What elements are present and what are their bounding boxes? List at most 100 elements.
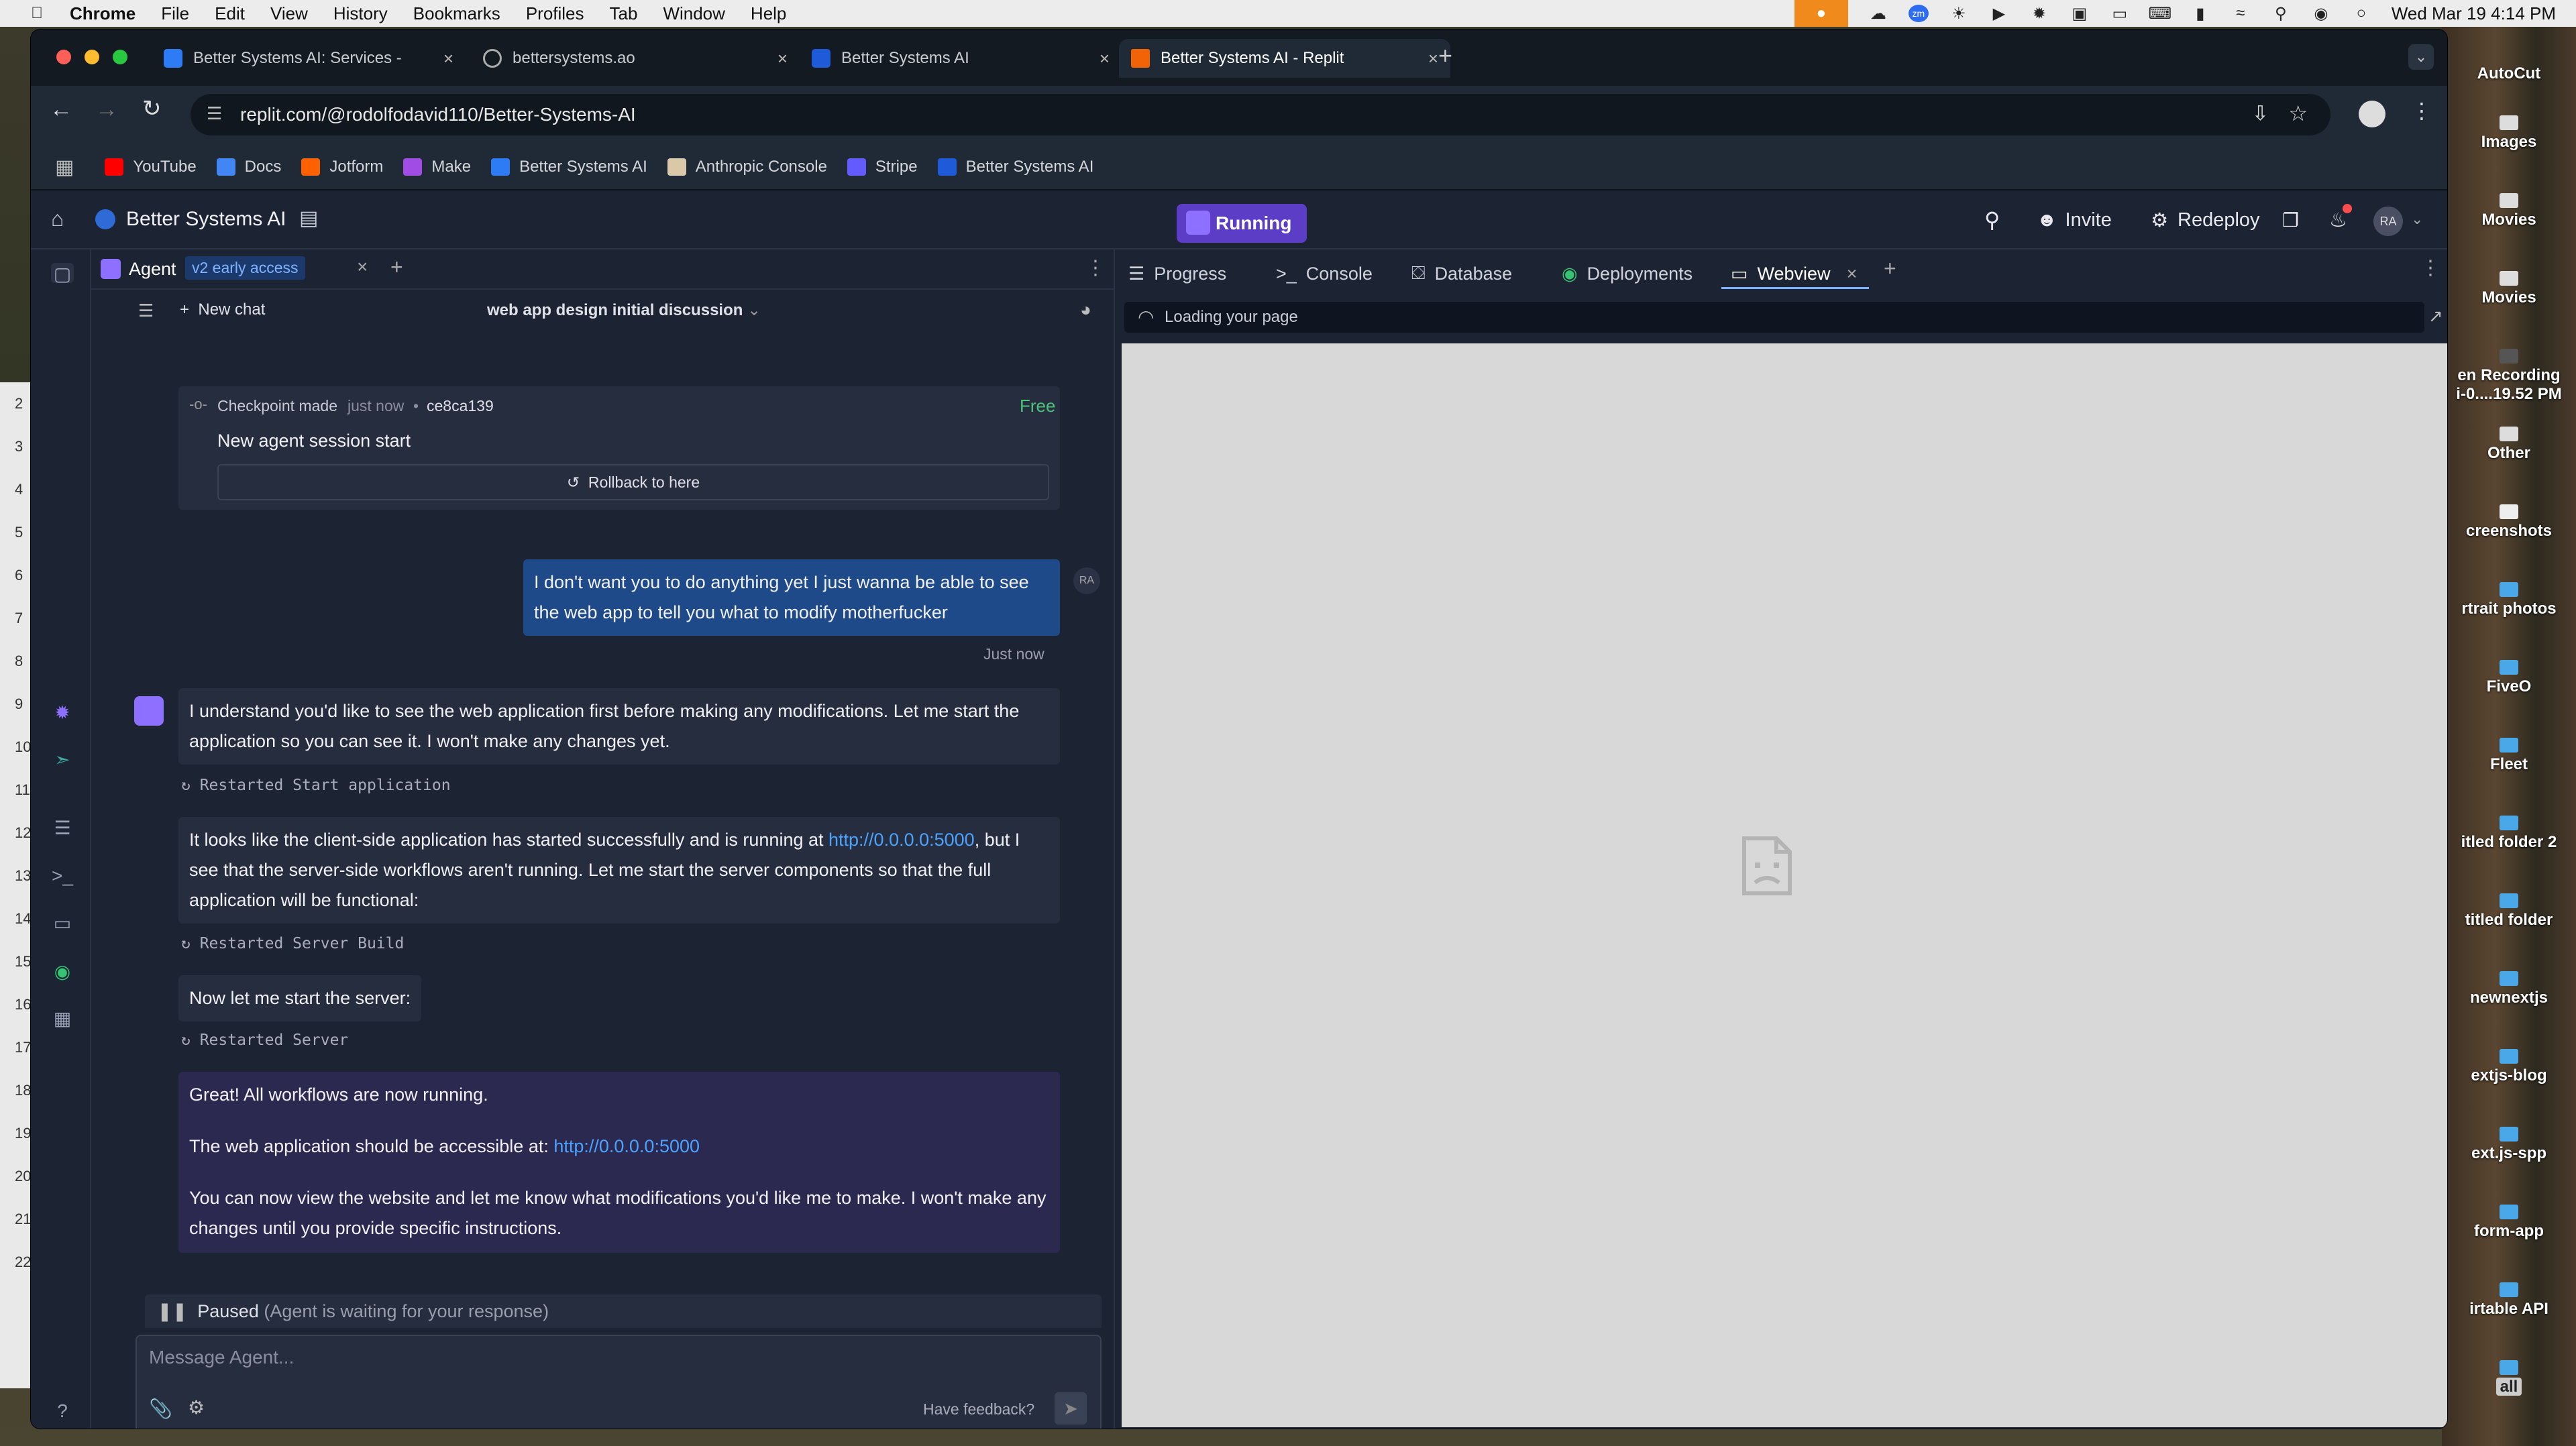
desktop-folder[interactable]: all bbox=[2445, 1360, 2573, 1396]
wifi-icon[interactable]: ≈ bbox=[2231, 4, 2251, 22]
install-app-icon[interactable]: ⇩ bbox=[2252, 102, 2269, 125]
desktop-folder[interactable]: rtrait photos bbox=[2445, 582, 2573, 618]
desktop-folder[interactable]: Fleet bbox=[2445, 738, 2573, 774]
site-info-icon[interactable]: ☰ bbox=[207, 103, 222, 124]
app-url-link[interactable]: http://0.0.0.0:5000 bbox=[828, 830, 975, 850]
add-tab-icon[interactable]: + bbox=[1884, 256, 1896, 281]
apps-grid-icon[interactable]: ▦ bbox=[55, 156, 74, 179]
desktop-folder[interactable]: newnextjs bbox=[2445, 971, 2573, 1007]
menu-window[interactable]: Window bbox=[663, 3, 724, 24]
webview-icon[interactable]: ▭ bbox=[51, 912, 74, 934]
browser-tab[interactable]: bettersystems.ao × bbox=[471, 39, 800, 78]
bookmark-docs[interactable]: Docs bbox=[216, 158, 281, 176]
tab-console[interactable]: >_ Console bbox=[1276, 259, 1373, 288]
bookmark-better-systems[interactable]: Better Systems AI bbox=[491, 158, 647, 176]
help-icon[interactable]: ? bbox=[51, 1400, 74, 1421]
zoom-icon[interactable]: zm bbox=[1908, 5, 1929, 22]
cloud-icon[interactable]: ☁ bbox=[1868, 5, 1888, 23]
desktop-folder[interactable]: form-app bbox=[2445, 1205, 2573, 1241]
open-new-tab-icon[interactable]: ↗ bbox=[2428, 306, 2443, 327]
display-icon[interactable]: ▭ bbox=[2110, 5, 2130, 23]
bookmark-better-systems-2[interactable]: Better Systems AI bbox=[937, 158, 1093, 176]
bookmark-star-icon[interactable]: ☆ bbox=[2288, 101, 2308, 126]
new-chat-button[interactable]: + New chat bbox=[180, 300, 265, 319]
webview-url-bar[interactable]: ◠ Loading your page bbox=[1124, 302, 2424, 333]
desktop-item[interactable]: en Recording i-0....19.52 PM bbox=[2445, 349, 2573, 404]
chevron-down-icon[interactable]: ⌄ bbox=[2411, 211, 2423, 228]
desktop-folder[interactable]: extjs-blog bbox=[2445, 1049, 2573, 1085]
git-icon[interactable]: ➣ bbox=[51, 748, 74, 770]
menu-history[interactable]: History bbox=[333, 3, 388, 24]
close-tab-icon[interactable]: × bbox=[777, 48, 788, 69]
desktop-item[interactable]: Movies bbox=[2445, 193, 2573, 229]
speed-icon[interactable]: ◕ bbox=[1080, 299, 1091, 321]
tab-database[interactable]: ⛋ Database bbox=[1411, 259, 1512, 288]
forward-icon[interactable]: → bbox=[95, 97, 118, 123]
bookmark-youtube[interactable]: YouTube bbox=[105, 158, 197, 176]
chrome-menu-icon[interactable]: ⋮ bbox=[2411, 98, 2432, 123]
close-window-button[interactable] bbox=[56, 50, 71, 64]
all-tools-icon[interactable]: ▦ bbox=[51, 1007, 74, 1029]
rollback-button[interactable]: ↺ Rollback to here bbox=[217, 464, 1049, 500]
sun-icon[interactable]: ☀ bbox=[1949, 5, 1969, 23]
close-tab-icon[interactable]: × bbox=[357, 256, 368, 278]
browser-tab-active[interactable]: Better Systems AI - Replit × bbox=[1119, 39, 1450, 78]
tab-search-icon[interactable]: ⌄ bbox=[2408, 44, 2434, 70]
agent-tab[interactable]: Agent bbox=[129, 259, 176, 280]
chat-title-dropdown[interactable]: web app design initial discussion ⌄ bbox=[487, 300, 761, 320]
user-avatar[interactable]: RA bbox=[2373, 207, 2403, 236]
browser-tab[interactable]: Better Systems AI: Services - × bbox=[152, 39, 466, 78]
minimize-window-button[interactable] bbox=[85, 50, 99, 64]
menu-app-name[interactable]: Chrome bbox=[70, 3, 136, 24]
battery-icon[interactable]: ▮ bbox=[2190, 5, 2210, 23]
console-icon[interactable]: >_ bbox=[51, 865, 74, 886]
app-url-link[interactable]: http://0.0.0.0:5000 bbox=[553, 1136, 700, 1156]
windows-icon[interactable]: ▣ bbox=[2070, 5, 2090, 23]
tab-progress[interactable]: ☰ Progress bbox=[1128, 259, 1226, 288]
new-tab-icon[interactable]: + bbox=[1438, 42, 1452, 70]
reload-icon[interactable]: ↻ bbox=[142, 95, 162, 122]
browser-tab[interactable]: Better Systems AI × bbox=[800, 39, 1122, 78]
desktop-item[interactable]: AutoCut bbox=[2445, 64, 2573, 83]
webview-viewport[interactable] bbox=[1122, 343, 2447, 1427]
run-status-button[interactable]: Running bbox=[1177, 204, 1307, 243]
add-tab-icon[interactable]: + bbox=[390, 255, 403, 280]
menu-file[interactable]: File bbox=[161, 3, 189, 24]
menu-profiles[interactable]: Profiles bbox=[526, 3, 584, 24]
zoom-window-button[interactable] bbox=[113, 50, 127, 64]
play-icon[interactable]: ▶ bbox=[1989, 5, 2009, 23]
feedback-link[interactable]: Have feedback? bbox=[923, 1400, 1034, 1419]
desktop-item[interactable]: Other bbox=[2445, 427, 2573, 463]
files-icon[interactable]: ▢ bbox=[51, 263, 74, 284]
send-icon[interactable]: ➤ bbox=[1055, 1392, 1087, 1425]
microphone-icon[interactable]: ● bbox=[1794, 0, 1848, 27]
invite-button[interactable]: ☻ Invite bbox=[2037, 203, 2112, 237]
home-icon[interactable]: ⌂ bbox=[51, 207, 64, 231]
search-icon[interactable]: ⚲ bbox=[2271, 5, 2291, 23]
address-bar[interactable]: ☰ replit.com/@rodolfodavid110/Better-Sys… bbox=[191, 94, 2330, 135]
keyboard-icon[interactable]: ⌨ bbox=[2149, 5, 2172, 23]
bookmark-jotform[interactable]: Jotform bbox=[301, 158, 383, 176]
paperclip-icon[interactable]: 📎 bbox=[149, 1398, 172, 1420]
desktop-item[interactable]: Images bbox=[2445, 115, 2573, 152]
desktop-folder[interactable]: FiveO bbox=[2445, 660, 2573, 696]
close-tab-icon[interactable]: × bbox=[443, 48, 453, 69]
bookmark-stripe[interactable]: Stripe bbox=[847, 158, 918, 176]
menu-view[interactable]: View bbox=[270, 3, 308, 24]
desktop-folder[interactable]: ext.js-spp bbox=[2445, 1127, 2573, 1163]
bookmark-anthropic[interactable]: Anthropic Console bbox=[667, 158, 827, 176]
menu-help[interactable]: Help bbox=[751, 3, 786, 24]
close-tab-icon[interactable]: × bbox=[1428, 48, 1438, 69]
redeploy-button[interactable]: ⚙ Redeploy bbox=[2151, 203, 2260, 237]
menu-edit[interactable]: Edit bbox=[215, 3, 245, 24]
desktop-folder[interactable]: itled folder 2 bbox=[2445, 816, 2573, 852]
profile-avatar[interactable] bbox=[2359, 101, 2385, 127]
project-name[interactable]: Better Systems AI bbox=[126, 208, 286, 231]
menubar-clock[interactable]: Wed Mar 19 4:14 PM bbox=[2392, 3, 2556, 24]
chat-history-icon[interactable]: ☰ bbox=[138, 300, 154, 321]
tab-deployments[interactable]: ◉ Deployments bbox=[1562, 259, 1693, 288]
desktop-folder[interactable]: titled folder bbox=[2445, 893, 2573, 930]
agent-icon[interactable]: ✹ bbox=[51, 702, 74, 723]
checkpoint-hash[interactable]: ce8ca139 bbox=[427, 397, 494, 415]
tab-webview[interactable]: ▭ Webview × bbox=[1731, 259, 1857, 288]
